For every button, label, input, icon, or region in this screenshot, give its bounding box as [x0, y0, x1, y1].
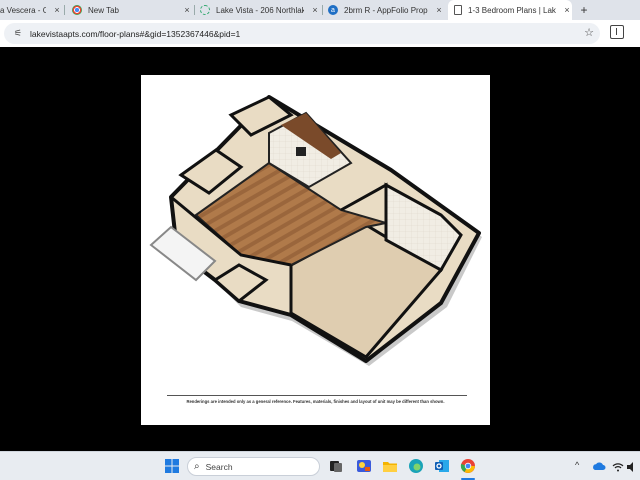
tab-1[interactable]: a Vescera - O × — [0, 0, 62, 20]
close-icon[interactable]: × — [52, 5, 62, 15]
address-bar[interactable]: ⚟ lakevistaapts.com/floor-plans#&gid=135… — [4, 23, 600, 44]
tab-strip: a Vescera - O × New Tab × Lake Vista - 2… — [0, 0, 640, 20]
tab-4[interactable]: a 2brm R - AppFolio Proper × — [326, 0, 444, 20]
tab-divider — [64, 5, 65, 15]
taskbar-search[interactable]: ⌕ Search — [187, 457, 320, 476]
tab-label: 2brm R - AppFolio Proper — [344, 5, 428, 15]
url-text[interactable]: lakevistaapts.com/floor-plans#&gid=13523… — [30, 29, 240, 39]
widgets-icon[interactable] — [356, 458, 372, 474]
volume-icon[interactable] — [626, 460, 640, 476]
floor-plan-image: Renderings are intended only as a genera… — [141, 75, 490, 425]
lightbox-viewer: Renderings are intended only as a genera… — [0, 47, 640, 451]
caption-rule — [167, 395, 467, 396]
close-icon[interactable]: × — [562, 5, 572, 15]
tab-label: a Vescera - O — [0, 5, 46, 15]
new-tab-button[interactable]: + — [576, 0, 592, 20]
edge-icon[interactable] — [408, 458, 424, 474]
close-icon[interactable]: × — [182, 5, 192, 15]
tab-label: New Tab — [88, 5, 119, 15]
windows-start-icon[interactable] — [164, 458, 180, 474]
floor-plan-rendering — [149, 95, 482, 366]
tab-divider — [322, 5, 323, 15]
chrome-icon[interactable] — [460, 458, 476, 474]
close-icon[interactable]: × — [434, 5, 444, 15]
onedrive-icon[interactable] — [592, 460, 608, 476]
file-explorer-icon[interactable] — [382, 458, 398, 474]
chrome-icon — [72, 5, 82, 15]
side-panel-icon[interactable] — [610, 25, 624, 39]
tab-label: 1-3 Bedroom Plans | Lake — [468, 5, 556, 15]
close-icon[interactable]: × — [310, 5, 320, 15]
tab-3[interactable]: Lake Vista - 206 Northlake × — [198, 0, 320, 20]
outlook-icon[interactable] — [434, 458, 450, 474]
tray-overflow-chevron[interactable]: ^ — [575, 460, 579, 470]
loading-icon — [200, 5, 210, 15]
bookmark-star-icon[interactable]: ☆ — [584, 26, 594, 39]
search-placeholder: Search — [205, 461, 233, 472]
tab-2[interactable]: New Tab × — [70, 0, 192, 20]
appfolio-icon: a — [328, 5, 338, 15]
tab-label: Lake Vista - 206 Northlake — [216, 5, 304, 15]
search-icon: ⌕ — [194, 461, 200, 472]
task-view-icon[interactable] — [328, 458, 344, 474]
browser-toolbar: ⚟ lakevistaapts.com/floor-plans#&gid=135… — [0, 20, 640, 47]
tab-5-active[interactable]: 1-3 Bedroom Plans | Lake × — [448, 0, 572, 20]
tab-divider — [194, 5, 195, 15]
windows-taskbar: ⌕ Search ^ — [0, 451, 640, 480]
site-info-icon[interactable]: ⚟ — [8, 28, 28, 39]
page-icon — [454, 5, 462, 15]
rendering-disclaimer: Renderings are intended only as a genera… — [186, 399, 445, 404]
